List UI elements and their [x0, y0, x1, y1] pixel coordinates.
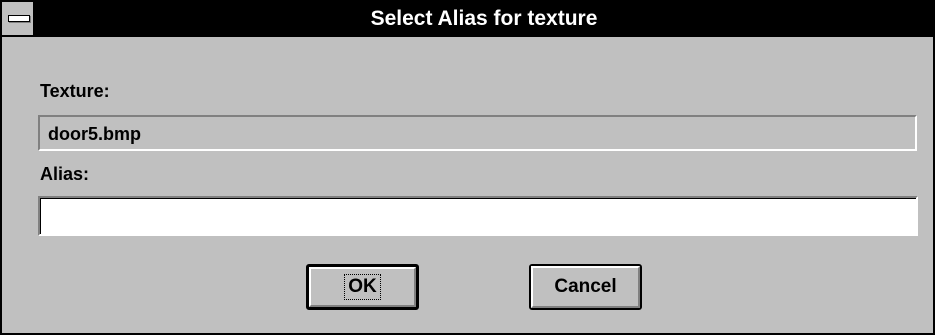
alias-input[interactable] [38, 196, 918, 236]
select-alias-dialog: Select Alias for texture Texture: door5.… [0, 0, 935, 335]
system-menu-icon [8, 15, 30, 22]
texture-value-field: door5.bmp [38, 115, 917, 151]
texture-label: Texture: [40, 81, 110, 101]
cancel-button-face: Cancel [531, 266, 640, 308]
cancel-button[interactable]: Cancel [529, 264, 642, 310]
cancel-button-label: Cancel [554, 276, 617, 297]
ok-button[interactable]: OK [306, 264, 419, 310]
ok-button-label: OK [344, 274, 381, 300]
ok-button-face: OK [309, 267, 416, 307]
texture-value: door5.bmp [48, 124, 141, 144]
alias-label: Alias: [40, 164, 90, 184]
system-menu-button[interactable] [2, 2, 35, 35]
window-title: Select Alias for texture [370, 7, 598, 30]
title-bar: Select Alias for texture [2, 2, 933, 37]
alias-input-text [40, 198, 916, 234]
